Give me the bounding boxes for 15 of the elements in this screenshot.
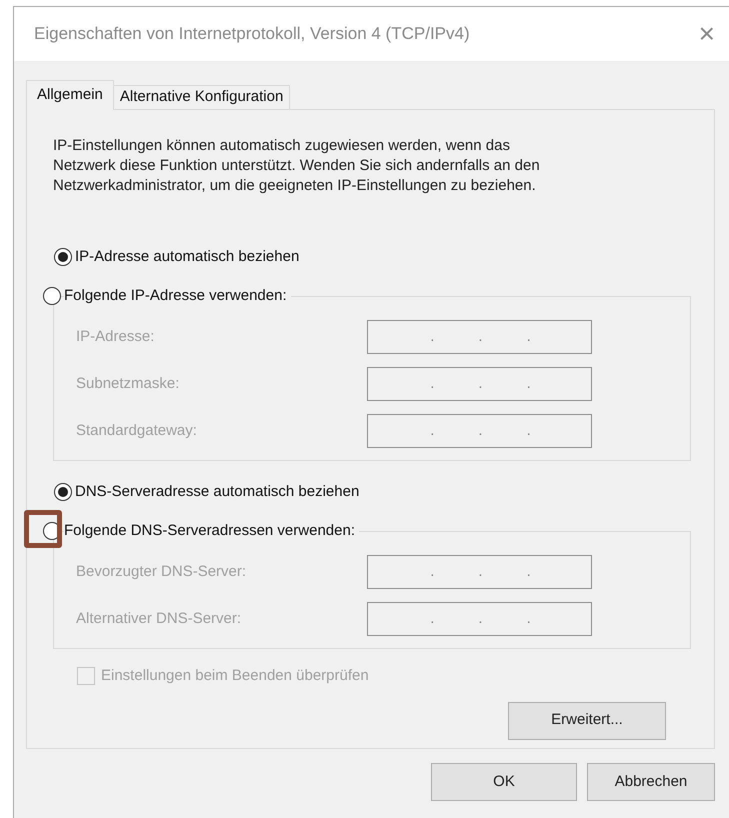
field-label: Bevorzugter DNS-Server:	[75, 562, 248, 582]
dialog-button[interactable]: OK	[431, 763, 577, 801]
description-text: IP-Einstellungen können automatisch zugewiesen werden, wenn das Netzwerk diese Funktion unterstützt. Wenden Sie sich andernfalls an den Netzwerkadministrator, um die geeigneten IP-Einstellungen zu beziehen.	[53, 136, 541, 196]
dialog-button[interactable]: Abbrechen	[587, 763, 715, 801]
radio-button[interactable]	[54, 483, 72, 501]
field-label: Alternativer DNS-Server:	[75, 608, 242, 629]
field-label: Subnetzmaske:	[75, 374, 180, 394]
tab[interactable]: Allgemein	[26, 80, 114, 110]
radio-button[interactable]	[43, 287, 61, 305]
window-title: Eigenschaften von Internetprotokoll, Version 4 (TCP/IPv4)	[34, 23, 470, 46]
advanced-button[interactable]: Erweitert...	[508, 702, 666, 740]
radio-button[interactable]	[54, 248, 72, 266]
tab[interactable]: Alternative Konfiguration	[114, 85, 290, 109]
field-label: Standardgateway:	[75, 420, 198, 441]
field-label: IP-Adresse:	[75, 326, 156, 347]
